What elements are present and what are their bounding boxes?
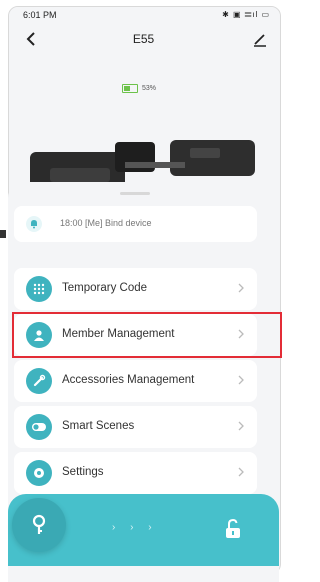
- status-icons: ✱ ▣ 𝄙ıl ▭: [222, 10, 270, 19]
- status-time: 6:01 PM: [23, 10, 57, 20]
- battery-level-fill: [124, 86, 131, 91]
- bell-icon: [26, 216, 42, 232]
- menu-label: Settings: [62, 466, 104, 478]
- menu-item-accessories-management[interactable]: Accessories Management: [14, 360, 257, 402]
- gear-icon: [26, 460, 52, 486]
- grid-icon: [26, 276, 52, 302]
- menu-item-temporary-code[interactable]: Temporary Code: [14, 268, 257, 310]
- battery-indicator: 53%: [122, 84, 156, 93]
- activity-notice[interactable]: 18:00 [Me] Bind device: [14, 206, 257, 242]
- toggle-icon: [26, 414, 52, 440]
- menu-item-settings[interactable]: Settings: [14, 452, 257, 494]
- swipe-arrows: › › ›: [112, 522, 158, 533]
- battery-icon: [122, 84, 138, 93]
- chevron-right-icon: [238, 421, 244, 431]
- wrench-icon: [26, 368, 52, 394]
- sheet-drag-handle[interactable]: [120, 192, 150, 195]
- edit-pencil-icon[interactable]: [249, 28, 271, 50]
- chevron-right-icon: [238, 283, 244, 293]
- battery-percent: 53%: [142, 85, 157, 92]
- page-title: E55: [132, 32, 155, 46]
- app-bar: E55: [8, 22, 279, 56]
- menu-label: Smart Scenes: [62, 420, 135, 432]
- menu-label: Temporary Code: [62, 282, 148, 294]
- menu-item-smart-scenes[interactable]: Smart Scenes: [14, 406, 257, 448]
- menu-label: Accessories Management: [62, 374, 195, 386]
- notice-text: 18:00 [Me] Bind device: [60, 218, 152, 228]
- key-icon: [32, 514, 46, 534]
- highlight-box: [12, 312, 282, 358]
- chevron-right-icon: [238, 375, 244, 385]
- chevron-right-icon: [238, 467, 244, 477]
- unlock-key-button[interactable]: [12, 498, 66, 552]
- edge-marker: [0, 230, 6, 238]
- unlocked-padlock-icon: [226, 518, 240, 538]
